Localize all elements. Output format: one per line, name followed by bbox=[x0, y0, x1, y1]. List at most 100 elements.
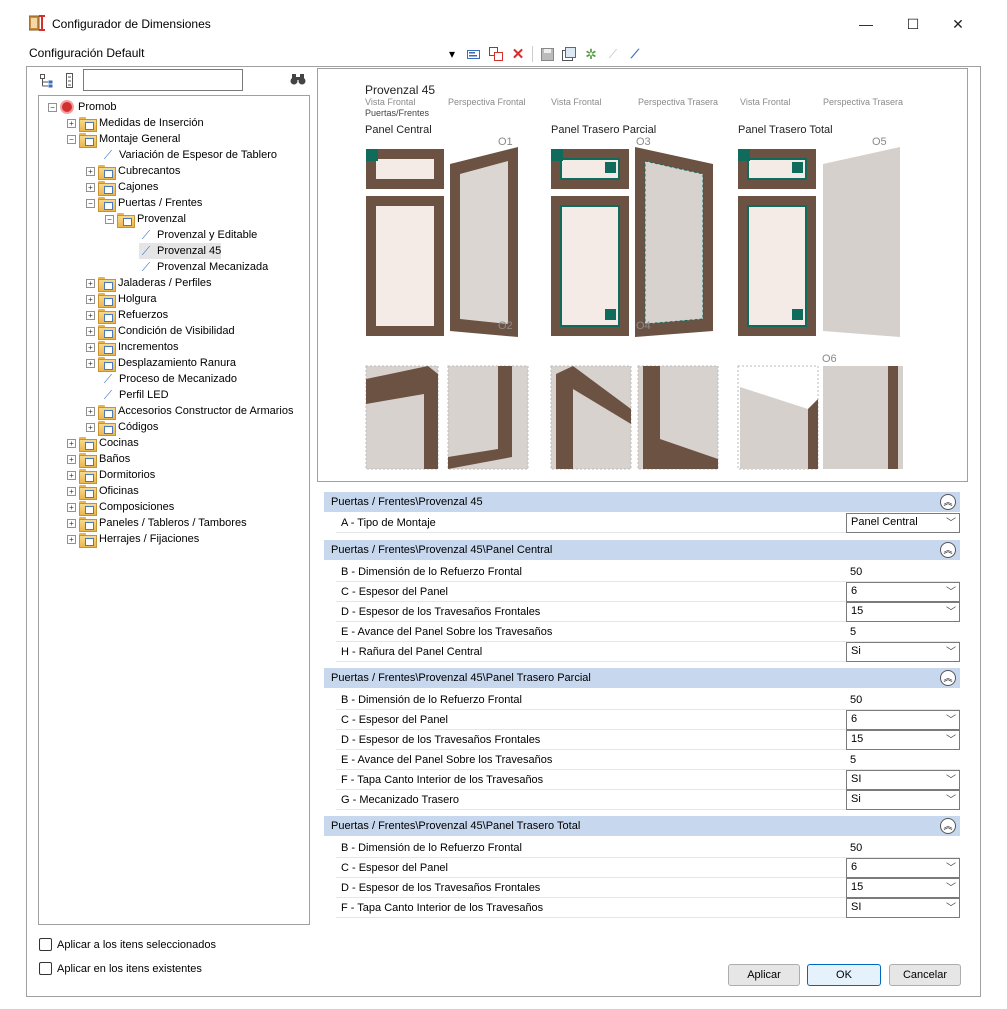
tree-item-desplazamiento-ranura[interactable]: + Desplazamiento Ranura bbox=[86, 355, 236, 372]
tree-search-input[interactable] bbox=[83, 69, 243, 91]
property-input[interactable]: 50 bbox=[846, 562, 960, 582]
collapse-section-icon[interactable]: ︽ bbox=[940, 542, 956, 558]
tree-item-composiciones[interactable]: + Composiciones bbox=[67, 499, 174, 516]
section-header[interactable]: Puertas / Frentes\Provenzal 45\Panel Cen… bbox=[324, 540, 960, 560]
property-select[interactable]: 15 ﹀ bbox=[846, 602, 960, 622]
tree-item-montaje-general[interactable]: − Montaje General bbox=[67, 131, 180, 148]
expand-icon[interactable]: + bbox=[86, 358, 95, 368]
tree-item-condicion-visibilidad[interactable]: + Condición de Visibilidad bbox=[86, 323, 235, 340]
binoculars-search-icon[interactable] bbox=[290, 72, 306, 89]
wand-icon[interactable]: ⟋ bbox=[627, 46, 643, 62]
tree-item-cocinas[interactable]: + Cocinas bbox=[67, 435, 139, 452]
minimize-button[interactable]: — bbox=[846, 10, 886, 38]
property-select[interactable]: Panel Central ﹀ bbox=[846, 513, 960, 533]
tree-item-accesorios-armarios[interactable]: + Accesorios Constructor de Armarios bbox=[86, 403, 294, 420]
property-select[interactable]: 6 ﹀ bbox=[846, 582, 960, 602]
expand-icon[interactable]: + bbox=[86, 278, 95, 288]
copy-config-icon[interactable] bbox=[488, 46, 504, 62]
tree-item-jaladeras[interactable]: + Jaladeras / Perfiles bbox=[86, 275, 212, 292]
apply-existing-checkbox[interactable]: Aplicar en los itens existentes bbox=[39, 962, 202, 975]
tree-item-codigos[interactable]: + Códigos bbox=[86, 419, 158, 436]
tree-item-paneles[interactable]: + Paneles / Tableros / Tambores bbox=[67, 515, 247, 532]
close-button[interactable]: ✕ bbox=[938, 10, 978, 38]
property-label: B - Dimensión de lo Refuerzo Frontal bbox=[341, 694, 522, 706]
tree-item-cajones[interactable]: + Cajones bbox=[86, 179, 158, 196]
apply-selected-checkbox[interactable]: Aplicar a los itens seleccionados bbox=[39, 938, 216, 951]
collapse-icon[interactable]: − bbox=[67, 134, 76, 144]
settings-gear-icon[interactable]: ✲ bbox=[583, 46, 599, 62]
expand-icon[interactable]: + bbox=[67, 486, 76, 496]
property-select[interactable]: Si ﹀ bbox=[846, 790, 960, 810]
tree-item-oficinas[interactable]: + Oficinas bbox=[67, 483, 139, 500]
collapse-tree-icon[interactable] bbox=[66, 73, 74, 92]
expand-icon[interactable]: + bbox=[86, 406, 95, 416]
checkbox-box[interactable] bbox=[39, 938, 52, 951]
expand-icon[interactable]: + bbox=[86, 326, 95, 336]
property-select[interactable]: 15 ﹀ bbox=[846, 730, 960, 750]
maximize-button[interactable]: ☐ bbox=[893, 10, 933, 38]
expand-icon[interactable]: + bbox=[86, 294, 95, 304]
expand-icon[interactable]: + bbox=[67, 118, 76, 128]
tree-item-provenzal-mecanizada[interactable]: ⟋ Provenzal Mecanizada bbox=[139, 259, 269, 275]
section-header[interactable]: Puertas / Frentes\Provenzal 45\Panel Tra… bbox=[324, 816, 960, 836]
property-input[interactable]: 50 bbox=[846, 838, 960, 858]
tree-item-variacion-espesor[interactable]: ⟋ Variación de Espesor de Tablero bbox=[101, 147, 277, 163]
section-header[interactable]: Puertas / Frentes\Provenzal 45 ︽ bbox=[324, 492, 960, 512]
tree-item-proceso-mecanizado[interactable]: ⟋ Proceso de Mecanizado bbox=[101, 371, 237, 387]
expand-icon[interactable]: + bbox=[67, 454, 76, 464]
tree-item-provenzal[interactable]: − Provenzal bbox=[105, 211, 186, 228]
expand-icon[interactable]: + bbox=[67, 534, 76, 544]
section-header[interactable]: Puertas / Frentes\Provenzal 45\Panel Tra… bbox=[324, 668, 960, 688]
expand-icon[interactable]: + bbox=[67, 438, 76, 448]
property-select[interactable]: 6 ﹀ bbox=[846, 710, 960, 730]
tree-item-incrementos[interactable]: + Incrementos bbox=[86, 339, 179, 356]
property-input[interactable]: 5 bbox=[846, 622, 960, 642]
expand-icon[interactable]: + bbox=[86, 342, 95, 352]
export-icon[interactable] bbox=[561, 46, 577, 62]
property-select[interactable]: 15 ﹀ bbox=[846, 878, 960, 898]
cancel-button[interactable]: Cancelar bbox=[889, 964, 961, 986]
collapse-section-icon[interactable]: ︽ bbox=[940, 818, 956, 834]
property-select[interactable]: 6 ﹀ bbox=[846, 858, 960, 878]
dropdown-arrow-icon[interactable]: ▾ bbox=[444, 46, 460, 62]
save-icon[interactable] bbox=[539, 46, 555, 62]
tree-item-provenzal-editable[interactable]: ⟋ Provenzal y Editable bbox=[139, 227, 257, 243]
tree-item-cubrecantos[interactable]: + Cubrecantos bbox=[86, 163, 180, 180]
collapse-section-icon[interactable]: ︽ bbox=[940, 670, 956, 686]
expand-icon[interactable]: + bbox=[86, 166, 95, 176]
property-input[interactable]: 50 bbox=[846, 690, 960, 710]
delete-icon[interactable]: ✕ bbox=[510, 46, 526, 63]
expand-icon[interactable]: + bbox=[86, 310, 95, 320]
tree-item-refuerzos[interactable]: + Refuerzos bbox=[86, 307, 168, 324]
property-select[interactable]: SI ﹀ bbox=[846, 898, 960, 918]
expand-icon[interactable]: + bbox=[67, 518, 76, 528]
tree-item-medidas-insercion[interactable]: + Medidas de Inserción bbox=[67, 115, 204, 132]
property-input[interactable]: 5 bbox=[846, 750, 960, 770]
property-select[interactable]: SI ﹀ bbox=[846, 770, 960, 790]
tree-item-label: Herrajes / Fijaciones bbox=[99, 533, 200, 545]
expand-icon[interactable]: + bbox=[67, 502, 76, 512]
tree-item-perfil-led[interactable]: ⟋ Perfil LED bbox=[101, 387, 169, 403]
expand-icon[interactable]: + bbox=[86, 422, 95, 432]
collapse-section-icon[interactable]: ︽ bbox=[940, 494, 956, 510]
collapse-icon[interactable]: − bbox=[48, 102, 57, 112]
checkbox-box[interactable] bbox=[39, 962, 52, 975]
detail-boxes bbox=[365, 365, 903, 470]
tree-item-provenzal-45[interactable]: ⟋ Provenzal 45 bbox=[139, 243, 222, 259]
tree-item-herrajes[interactable]: + Herrajes / Fijaciones bbox=[67, 531, 200, 548]
tree-item-dormitorios[interactable]: + Dormitorios bbox=[67, 467, 155, 484]
tree-item-puertas-frentes[interactable]: − Puertas / Frentes bbox=[86, 195, 202, 212]
property-select[interactable]: Si ﹀ bbox=[846, 642, 960, 662]
tree-item-promob[interactable]: − Promob bbox=[48, 99, 117, 115]
expand-tree-icon[interactable] bbox=[40, 74, 54, 91]
tree-item-holgura[interactable]: + Holgura bbox=[86, 291, 157, 308]
collapse-icon[interactable]: − bbox=[105, 214, 114, 224]
expand-icon[interactable]: + bbox=[67, 470, 76, 480]
apply-button[interactable]: Aplicar bbox=[728, 964, 800, 986]
expand-icon[interactable]: + bbox=[86, 182, 95, 192]
ok-button[interactable]: OK bbox=[807, 964, 881, 986]
collapse-icon[interactable]: − bbox=[86, 198, 95, 208]
edit-config-icon[interactable] bbox=[466, 46, 482, 62]
tree-item-banos[interactable]: + Baños bbox=[67, 451, 130, 468]
tree-item-label: Accesorios Constructor de Armarios bbox=[118, 405, 294, 417]
